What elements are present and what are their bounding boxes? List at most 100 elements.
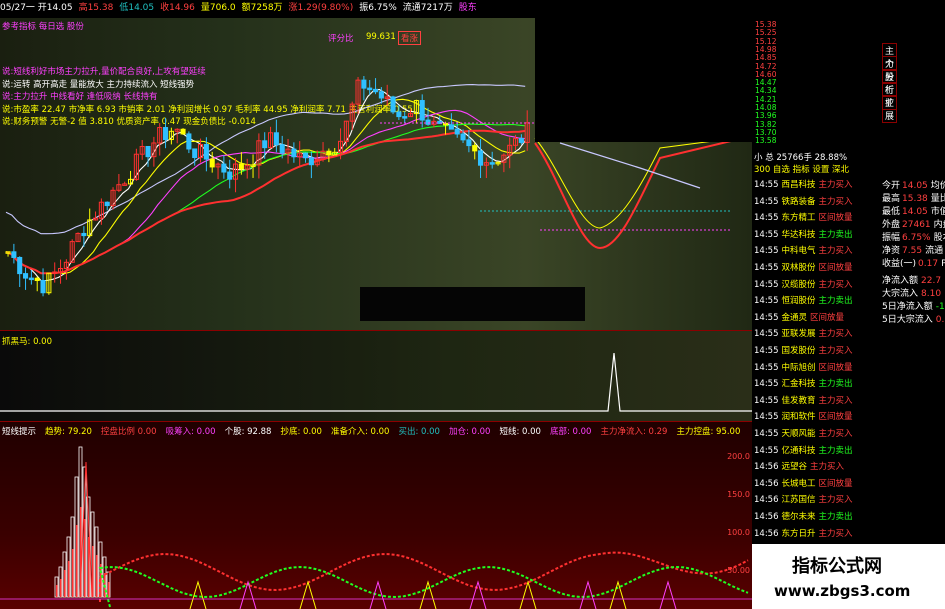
axis-tick: 50.00 [727,566,750,575]
candle-body [291,148,297,158]
candle-body [28,277,34,281]
candle-body [466,139,472,147]
tick-row[interactable]: 14:55 铁路装备 主力买入 [754,195,856,207]
candle-body [402,116,408,119]
indicator-panel-2[interactable]: 短线提示 趋势: 79.20 控盘比例 0.00 吸筹入: 0.00 个股: 92.88… [0,422,752,609]
tick-row[interactable]: 14:55 西昌科技 主力买入 [754,178,856,190]
candle-body [209,158,215,168]
tick-time: 14:55 [754,180,779,190]
tick-name: 铁路装备 [781,196,816,207]
tick-row[interactable]: 14:55 亚联发展 主力买入 [754,327,856,339]
ma-line [534,135,752,229]
tick-time: 14:55 [754,229,779,240]
tick-row[interactable]: 14:56 长城电工 区间放量 [754,477,856,489]
tick-time: 14:56 [754,512,779,522]
tick-action: 主力买入 [818,329,853,340]
quote-row: 净资 7.55 流通 [882,243,945,256]
flow-row: 5日净流入额-13.1 [882,299,945,312]
candle-body [518,138,524,143]
tick-row[interactable]: 14:55 中际旭创 区间放量 [754,361,856,373]
tick-row[interactable]: 14:55 亿通科技 主力卖出 [754,444,856,456]
flow-row: 5日大宗流入0.00 [882,312,945,325]
tick-action: 主力买入 [818,346,853,356]
quote-key: 收益(一) [882,259,917,269]
quote-field: 股东 [458,3,477,13]
side-tab[interactable]: 扩展 [882,95,898,123]
tick-row[interactable]: 14:55 双林股份 区间放量 [754,261,856,273]
tick-action: 主力卖出 [818,512,853,522]
tick-action: 主力卖出 [818,445,853,456]
quote-field: 低14.05 [119,3,155,13]
tick-row[interactable]: 14:55 中科电气 主力买入 [754,244,856,256]
quote-field: 涨1.29(9.80%) [288,3,354,13]
tick-action: 区间放量 [818,412,853,423]
tick-name: 国发股份 [781,346,816,356]
candle-body [448,124,454,130]
candle-body [390,96,396,113]
candle-body [227,171,233,180]
price-axis: 15.38 15.25 15.12 14.98 14.85 14.72 14.60 14.47… [752,18,945,148]
quote-header: 小 总 25766手 28.88% [754,153,848,163]
tick-row[interactable]: 14:56 东方日升 主力买入 [754,527,856,539]
candle-body [396,111,402,118]
candle-body [326,150,332,156]
signal-triangle [299,580,317,609]
tick-name: 润和软件 [781,412,816,423]
tick-row[interactable]: 14:56 德尔未来 主力卖出 [754,510,856,522]
tick-row[interactable]: 14:55 天顺风能 主力买入 [754,427,856,439]
tick-action: 区间放量 [818,263,853,273]
candle-body [262,140,268,149]
tick-time: 14:55 [754,379,779,390]
quote-field: 振6.75% [359,3,397,13]
tick-row[interactable]: 14:55 东方精工 区间放量 [754,211,856,223]
tick-row[interactable]: 14:55 佳发教育 主力买入 [754,394,856,406]
quote-value: 0.17 [918,259,939,269]
candle-body [361,79,367,89]
candle-body [81,232,87,237]
volume-bar [64,570,66,597]
tick-action: 主力买入 [810,462,845,473]
candle-body [367,87,373,91]
candle-body [443,122,449,126]
tick-row[interactable]: 14:55 金通灵 区间放量 [754,311,847,323]
indicator-1-line [0,352,752,412]
flow-key: 大宗流入 [882,289,919,299]
tick-name: 西昌科技 [781,180,816,190]
tick-name: 恒润股份 [781,296,816,307]
candle-body [186,133,192,150]
tick-name: 天顺风能 [781,429,816,439]
tick-row[interactable]: 14:55 华达科技 主力卖出 [754,228,856,240]
tick-time: 14:55 [754,362,779,373]
tick-time: 14:55 [754,279,779,290]
candle-body [163,127,169,141]
flow-value: 0.00 [935,315,945,325]
watermark-line2: www.zbgs3.com [774,582,911,600]
volume-bar [72,549,74,597]
tick-row[interactable]: 14:55 润和软件 区间放量 [754,410,856,422]
tick-row[interactable]: 14:55 汉缆股份 主力买入 [754,278,856,290]
tick-row[interactable]: 14:55 汇金科技 主力卖出 [754,377,856,389]
tick-action: 区间放量 [818,213,853,224]
tick-row[interactable]: 14:56 远望谷 主力买入 [754,460,847,472]
tick-row[interactable]: 14:55 国发股份 主力买入 [754,344,856,356]
indicator-1-chart [0,352,752,412]
flow-value: 8.10 [921,289,942,299]
flow-row: 大宗流入 8.10 [882,286,941,299]
tick-time: 14:56 [754,462,779,473]
candle-body [425,119,431,125]
quote-row: 外盘27461内盘 [882,217,945,230]
overlay-box [360,287,585,321]
tick-time: 14:55 [754,213,779,224]
tick-row[interactable]: 14:55 恒润股份 主力卖出 [754,294,856,306]
quote-key2: 均价 [930,181,945,191]
tick-name: 华达科技 [781,229,816,240]
indicator-panel-1[interactable]: 抓黑马: 0.00 [0,331,752,422]
candle-body [419,100,425,121]
price-tick: 13.58 [755,136,777,146]
candle-body [472,145,478,152]
tick-row[interactable]: 14:56 江苏国信 主力买入 [754,493,856,505]
quote-value: 14.05 [902,181,928,191]
tick-list[interactable]: 14:55 西昌科技 主力买入 14:55 铁路装备 主力买入 14:55 东方精工 区间放量 1… [752,178,882,568]
quote-subheader: 300 自选 指标 设置 深北 [754,165,850,175]
quote-side-panel[interactable]: 15.38 15.25 15.12 14.98 14.85 14.72 14.60 14.47… [752,18,945,609]
